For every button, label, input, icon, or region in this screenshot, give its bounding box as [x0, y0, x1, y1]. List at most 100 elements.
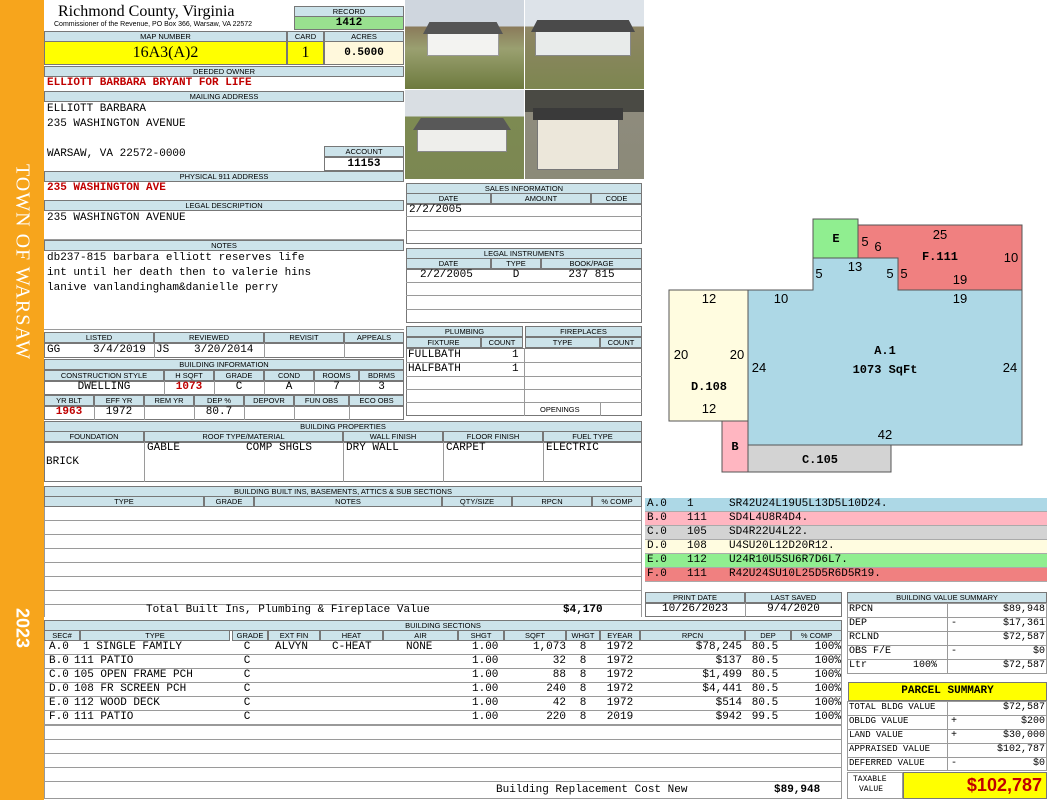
section-col-header: SQFT [504, 630, 566, 641]
listed-label: LISTED [44, 332, 154, 343]
section-cell: 105 OPEN FRAME PCH [74, 669, 193, 681]
svg-text:19: 19 [953, 291, 967, 306]
mailing-address-label: MAILING ADDRESS [44, 91, 404, 102]
section-cell: 80.5 [751, 683, 779, 695]
section-col-header: EYEAR [600, 630, 640, 641]
legal-description: 235 WASHINGTON AVENUE [47, 212, 186, 224]
sketch-label-a: A.1 [874, 344, 896, 358]
section-cell: 100% [814, 655, 841, 667]
grade-label: GRADE [214, 370, 264, 381]
plumbing-count-1: 1 [512, 349, 519, 361]
replacement-cost: $89,948 [774, 784, 821, 796]
roof-label: ROOF TYPE/MATERIAL [144, 431, 343, 442]
section-cell: 1,073 [532, 641, 566, 653]
physical-address-label: PHYSICAL 911 ADDRESS [44, 171, 404, 182]
svg-text:24: 24 [752, 360, 766, 375]
section-cell: 99.5 [751, 711, 779, 723]
section-row: B.0 111 PATIO C 1.00 32 8 1972 $137 80.5 100% [47, 655, 847, 669]
bvs-ltr-pct: 100% [913, 660, 938, 671]
effective-year: 1972 [105, 406, 133, 418]
floor-plan-sketch: E F.111 A.1 1073 SqFt D.108 B C.105 25 1… [668, 218, 1023, 473]
section-cell: B.0 [49, 655, 69, 667]
legend-code: F.0 [647, 568, 667, 580]
house-photo-side [525, 0, 644, 89]
builtin-grade-label: GRADE [204, 496, 254, 507]
section-cell: 1 SINGLE FAMILY [83, 641, 183, 653]
section-cell: 32 [552, 655, 566, 667]
sketch-label-f: F.111 [922, 250, 958, 264]
section-col-header: AIR [383, 630, 458, 641]
listed-date: 3/4/2019 [93, 344, 146, 356]
section-cell: 8 [579, 655, 587, 667]
section-cell: 1.00 [472, 641, 499, 653]
appeals-label: APPEALS [344, 332, 404, 343]
land-label: LAND VALUE [849, 730, 904, 740]
legend-desc: U24R10U5SU6R7D6L7. [729, 554, 848, 566]
bvs-dep: $17,361 [1002, 618, 1045, 629]
legend-desc: SR42U24L19U5L13D5L10D24. [729, 498, 888, 510]
section-cell: C [243, 655, 251, 667]
svg-text:5: 5 [886, 266, 893, 281]
bvs-obs-label: OBS F/E [849, 646, 892, 657]
roof-type: GABLE [147, 442, 181, 454]
svg-text:5: 5 [900, 266, 907, 281]
section-cell: 240 [546, 683, 566, 695]
sketch-label-b: B [731, 440, 738, 454]
notes-line2: int until her death then to valerie hins [47, 267, 312, 279]
legend-code: C.0 [647, 526, 667, 538]
legend-num: 112 [687, 554, 707, 566]
section-col-header: SEC# [44, 630, 80, 641]
li-type: D [512, 269, 520, 281]
obldg-label: OBLDG VALUE [849, 716, 909, 726]
shed-photo [525, 90, 644, 179]
yrblt-label: YR BLT [44, 395, 94, 406]
section-cell: 1972 [606, 641, 634, 653]
house-photo-front [405, 0, 524, 89]
house-photo-rear [405, 90, 524, 179]
svg-text:25: 25 [933, 227, 947, 242]
section-cell: $137 [715, 655, 742, 667]
depreciation: 80.7 [205, 406, 233, 418]
depovr-label: DEPOVR [244, 395, 294, 406]
fuel-type: ELECTRIC [546, 442, 599, 454]
li-book-label: BOOK/PAGE [541, 258, 642, 269]
notes-line1: db237-815 barbara elliott reserves life [47, 252, 305, 264]
deferred-value: $0 [1032, 758, 1045, 769]
section-col-header: HEAT [320, 630, 383, 641]
section-cell: 2019 [606, 711, 634, 723]
section-cell: 1972 [606, 669, 634, 681]
section-col-header: WHGT [566, 630, 600, 641]
last-saved: 9/4/2020 [767, 603, 820, 615]
legend-code: B.0 [647, 512, 667, 524]
section-cell: 111 PATIO [74, 655, 134, 667]
mailing-line1: ELLIOTT BARBARA [47, 103, 147, 115]
rooms: 7 [333, 381, 340, 393]
ecoobs-label: ECO OBS [349, 395, 404, 406]
sketch-legend-row: B.0 111 SD4L4U8R4D4. [645, 512, 1047, 526]
sales-code-label: CODE [591, 193, 642, 204]
sales-amount-label: AMOUNT [491, 193, 591, 204]
rooms-label: ROOMS [314, 370, 359, 381]
section-col-header: % COMP [791, 630, 842, 641]
sketch-label-d: D.108 [691, 380, 727, 394]
condition: A [285, 381, 293, 393]
county-title: Richmond County, Virginia [58, 3, 235, 20]
taxable-label-2: VALUE [859, 785, 884, 794]
legend-desc: R42U24SU10L25D5R6D5R19. [729, 568, 881, 580]
funobs-label: FUN OBS [294, 395, 349, 406]
svg-text:19: 19 [953, 272, 967, 287]
sketch-label-c: C.105 [802, 453, 838, 467]
physical-address: 235 WASHINGTON AVE [47, 182, 166, 194]
deeded-owner: ELLIOTT BARBARA BRYANT FOR LIFE [47, 77, 252, 89]
reviewed-label: REVIEWED [154, 332, 264, 343]
listed-by: GG [47, 344, 61, 356]
svg-text:20: 20 [730, 347, 744, 362]
section-cell: 112 WOOD DECK [74, 697, 160, 709]
sales-date-label: DATE [406, 193, 491, 204]
li-type-label: TYPE [491, 258, 541, 269]
section-cell: E.0 [49, 697, 69, 709]
sketch-legend-row: F.0 111 R42U24SU10L25D5R6D5R19. [645, 568, 1047, 582]
section-cell: 88 [552, 669, 566, 681]
section-cell: 100% [814, 641, 841, 653]
foundation: BRICK [46, 456, 80, 468]
